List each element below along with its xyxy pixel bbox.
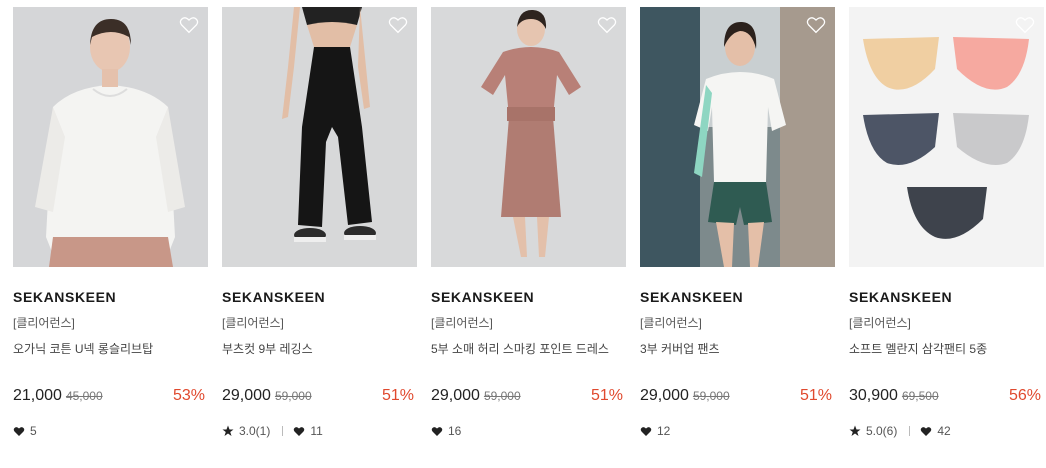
product-image[interactable] xyxy=(222,7,417,267)
original-price: 59,000 xyxy=(274,389,312,403)
divider xyxy=(909,426,911,436)
brand-name[interactable]: SEKANSKEEN xyxy=(13,289,208,306)
price-row: 30,900 69,500 56% xyxy=(849,386,1044,406)
heart-filled-icon xyxy=(640,426,652,436)
rating: 5.0(6) xyxy=(866,424,898,438)
wishlist-heart-icon[interactable] xyxy=(179,16,199,34)
product-card[interactable]: SEKANSKEEN [클리어런스] 5부 소매 허리 스마킹 포인트 드레스 … xyxy=(431,7,626,438)
rating: 3.0(1) xyxy=(239,424,271,438)
discount-rate: 51% xyxy=(590,387,623,404)
heart-filled-icon xyxy=(431,426,443,436)
wishlist-heart-icon[interactable] xyxy=(388,16,408,34)
discount-rate: 51% xyxy=(381,387,414,404)
like-count: 11 xyxy=(310,424,323,438)
sale-price: 21,000 xyxy=(13,387,62,404)
product-card[interactable]: SEKANSKEEN [클리어런스] 부츠컷 9부 레깅스 29,000 59,0… xyxy=(222,7,417,438)
product-name[interactable]: 부츠컷 9부 레깅스 xyxy=(222,342,417,356)
product-meta: 3.0(1) 11 xyxy=(222,424,417,438)
price-row: 21,000 45,000 53% xyxy=(13,386,208,406)
sale-price: 30,900 xyxy=(849,387,898,404)
price-row: 29,000 59,000 51% xyxy=(431,386,626,406)
like-count: 42 xyxy=(937,424,951,438)
discount-rate: 51% xyxy=(799,387,832,404)
star-icon xyxy=(222,425,234,436)
sale-price: 29,000 xyxy=(431,387,480,404)
product-card[interactable]: SEKANSKEEN [클리어런스] 오가닉 코튼 U넥 롱슬리브탑 21,00… xyxy=(13,7,208,438)
product-category: [클리어런스] xyxy=(849,316,911,330)
product-category: [클리어런스] xyxy=(431,316,493,330)
original-price: 45,000 xyxy=(65,389,103,403)
sale-price: 29,000 xyxy=(640,387,689,404)
brand-name[interactable]: SEKANSKEEN xyxy=(849,289,1044,306)
brand-name[interactable]: SEKANSKEEN xyxy=(640,289,835,306)
heart-filled-icon xyxy=(921,426,932,436)
original-price: 59,000 xyxy=(692,389,730,403)
product-meta: 12 xyxy=(640,424,835,438)
like-count: 12 xyxy=(657,424,671,438)
product-category: [클리어런스] xyxy=(640,316,702,330)
product-name[interactable]: 소프트 멜란지 삼각팬티 5종 xyxy=(849,342,1044,356)
sale-price: 29,000 xyxy=(222,387,271,404)
heart-filled-icon xyxy=(294,426,305,436)
product-category: [클리어런스] xyxy=(13,316,75,330)
wishlist-heart-icon[interactable] xyxy=(597,16,617,34)
discount-rate: 56% xyxy=(1008,387,1041,404)
product-card[interactable]: SEKANSKEEN [클리어런스] 소프트 멜란지 삼각팬티 5종 30,90… xyxy=(849,7,1044,438)
original-price: 59,000 xyxy=(483,389,521,403)
like-count: 5 xyxy=(30,424,37,438)
product-category: [클리어런스] xyxy=(222,316,284,330)
product-meta: 16 xyxy=(431,424,626,438)
product-name[interactable]: 3부 커버업 팬츠 xyxy=(640,342,835,356)
discount-rate: 53% xyxy=(172,387,205,404)
wishlist-heart-icon[interactable] xyxy=(806,16,826,34)
price-row: 29,000 59,000 51% xyxy=(640,386,835,406)
divider xyxy=(282,426,284,436)
product-card[interactable]: SEKANSKEEN [클리어런스] 3부 커버업 팬츠 29,000 59,00… xyxy=(640,7,835,438)
like-count: 16 xyxy=(448,424,462,438)
price-row: 29,000 59,000 51% xyxy=(222,386,417,406)
wishlist-heart-icon[interactable] xyxy=(1015,16,1035,34)
brand-name[interactable]: SEKANSKEEN xyxy=(222,289,417,306)
product-image[interactable] xyxy=(849,7,1044,267)
product-meta: 5.0(6) 42 xyxy=(849,424,1044,438)
product-image[interactable] xyxy=(431,7,626,267)
product-meta: 5 xyxy=(13,424,208,438)
product-grid: SEKANSKEEN [클리어런스] 오가닉 코튼 U넥 롱슬리브탑 21,00… xyxy=(13,7,1044,438)
star-icon xyxy=(849,425,861,436)
heart-filled-icon xyxy=(13,426,25,436)
product-image[interactable] xyxy=(640,7,835,267)
product-image[interactable] xyxy=(13,7,208,267)
brand-name[interactable]: SEKANSKEEN xyxy=(431,289,626,306)
original-price: 69,500 xyxy=(901,389,939,403)
product-name[interactable]: 5부 소매 허리 스마킹 포인트 드레스 xyxy=(431,342,626,356)
product-name[interactable]: 오가닉 코튼 U넥 롱슬리브탑 xyxy=(13,342,208,356)
